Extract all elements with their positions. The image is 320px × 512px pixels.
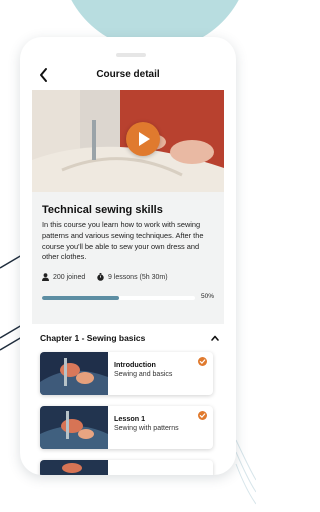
course-title: Technical sewing skills [42, 204, 163, 216]
chapter-title: Chapter 1 - Sewing basics [40, 333, 146, 343]
lesson-subtitle: Sewing and basics [114, 371, 173, 378]
phone-frame: Course detail Technical sewing skills In… [20, 37, 236, 475]
lessons-stat: 9 lessons (5h 30m) [97, 273, 168, 281]
chapter-header[interactable]: Chapter 1 - Sewing basics [40, 333, 220, 347]
joined-count: 200 joined [53, 273, 86, 281]
lesson-thumbnail [40, 352, 108, 395]
play-button[interactable] [126, 122, 160, 156]
person-icon [42, 273, 49, 281]
lesson-subtitle: Sewing with patterns [114, 425, 179, 432]
stopwatch-icon [97, 273, 104, 281]
page-title: Course detail [96, 69, 160, 80]
lessons-count: 9 lessons (5h 30m) [108, 273, 168, 281]
lesson-thumbnail [40, 460, 108, 475]
lesson-card-next[interactable] [40, 460, 213, 475]
lesson-card-lesson-1[interactable]: Lesson 1 Sewing with patterns [40, 406, 213, 449]
course-progress-bar [42, 296, 195, 300]
lesson-card-introduction[interactable]: Introduction Sewing and basics [40, 352, 213, 395]
lesson-thumbnail [40, 406, 108, 449]
course-info-card: Technical sewing skills In this course y… [32, 192, 224, 324]
phone-speaker [116, 53, 146, 57]
progress-fill [42, 296, 119, 300]
lesson-title: Introduction [114, 360, 156, 369]
lesson-title: Lesson 1 [114, 414, 146, 423]
chevron-up-icon[interactable] [210, 334, 220, 342]
joined-stat: 200 joined [42, 273, 85, 281]
course-video-thumbnail[interactable] [32, 90, 224, 192]
play-icon [139, 132, 150, 146]
check-circle-icon [198, 357, 207, 366]
course-description: In this course you learn how to work wit… [42, 220, 204, 262]
app-header: Course detail [20, 65, 236, 87]
progress-percent: 50% [201, 293, 215, 300]
check-circle-icon [198, 411, 207, 420]
